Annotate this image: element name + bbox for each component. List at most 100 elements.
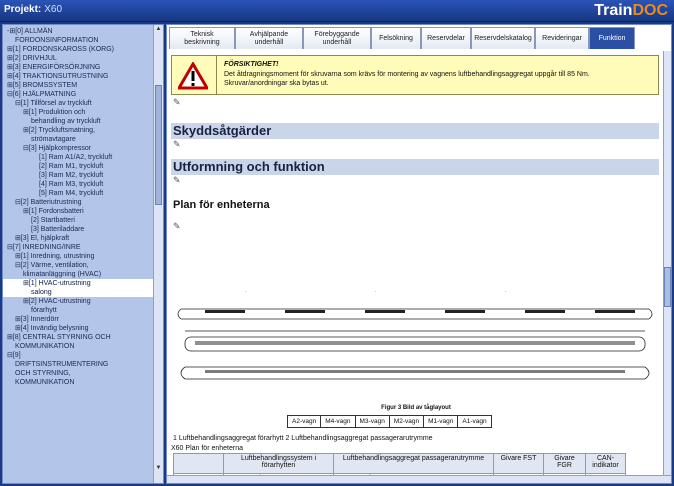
tree-node-label: ⊞[3] Innerdörr bbox=[15, 316, 59, 323]
tree-node[interactable]: strömavtagare bbox=[3, 135, 153, 144]
scroll-up-arrow-icon[interactable]: ▲ bbox=[155, 26, 162, 34]
tree-node[interactable]: [3] Ram M2, tryckluft bbox=[3, 171, 153, 180]
content-scrollbar[interactable] bbox=[663, 51, 671, 483]
tree-node[interactable]: ⊞[1] Inredning, utrustning bbox=[3, 252, 153, 261]
caution-box: FÖRSIKTIGHET! Det åtdragningsmoment för … bbox=[171, 55, 659, 95]
tree-node[interactable]: ⊟[2] Batteriutrustning bbox=[3, 198, 153, 207]
tree-node[interactable]: salong bbox=[3, 288, 153, 297]
tree-node[interactable]: KOMMUNIKATION bbox=[3, 378, 153, 387]
table-header-cell: Givare FST bbox=[493, 453, 544, 474]
train-layout-drawing: · · · bbox=[177, 289, 653, 380]
tree-node[interactable]: ⊞[2] Tryckluftsmatning, bbox=[3, 126, 153, 135]
navigation-tree: -⊞[0] ALLMÄN FORDONSINFORMATION ⊞[1] FORDO… bbox=[3, 25, 153, 483]
tree-node-label: ⊞[1] Produktion och bbox=[23, 109, 86, 116]
wagon-label: A1-vagn bbox=[457, 415, 492, 428]
tree-node[interactable]: ⊞[5] BROMSSYSTEM bbox=[3, 81, 153, 90]
tree-node-label: ⊟[7] INREDNING/INRE bbox=[7, 244, 81, 251]
tree-node[interactable]: ⊟[3] Hjälpkompressor bbox=[3, 144, 153, 153]
tree-node[interactable]: [4] Ram M3, tryckluft bbox=[3, 180, 153, 189]
tab-2[interactable]: Förebyggande underhåll bbox=[303, 27, 371, 49]
tree-node[interactable]: ⊞[8] CENTRAL STYRNING OCH bbox=[3, 333, 153, 342]
wagon-label: M3-vagn bbox=[354, 415, 390, 428]
svg-text:·: · bbox=[505, 289, 507, 295]
comment-pen-icon[interactable]: ✎ bbox=[173, 175, 181, 186]
tab-3[interactable]: Felsökning bbox=[371, 27, 421, 49]
tree-node[interactable]: [1] Ram A1/A2, tryckluft bbox=[3, 153, 153, 162]
tree-node[interactable]: ⊞[4] TRAKTIONSUTRUSTNING bbox=[3, 72, 153, 81]
tree-node-label: ⊞[3] ENERGIFÖRSÖRJNING bbox=[7, 64, 101, 71]
tree-node[interactable]: KOMMUNIKATION bbox=[3, 342, 153, 351]
tree-node-label: ⊞[1] Fordonsbatteri bbox=[23, 208, 84, 215]
tree-node[interactable]: OCH STYRNING, bbox=[3, 369, 153, 378]
tree-node[interactable]: [2] Ram M1, tryckluft bbox=[3, 162, 153, 171]
tree-node[interactable]: ⊞[2] HVAC-utrustning bbox=[3, 297, 153, 306]
tab-1[interactable]: Avhjälpande underhåll bbox=[235, 27, 303, 49]
tree-node[interactable]: klimatanläggning (HVAC) bbox=[3, 270, 153, 279]
tree-node[interactable]: ⊞[3] El, hjälpkraft bbox=[3, 234, 153, 243]
tree-node-label: salong bbox=[31, 289, 52, 296]
tree-node[interactable]: ⊞[1] HVAC-utrustning bbox=[3, 279, 153, 288]
tree-scrollbar[interactable]: ▲ ▼ bbox=[153, 25, 163, 483]
tree-node-label: förarhytt bbox=[31, 307, 57, 314]
tree-node-label: ⊞[1] FORDONSKAROSS (KORG) bbox=[7, 46, 114, 53]
tree-node-label: KOMMUNIKATION bbox=[15, 343, 75, 350]
tree-node-label: -⊞[0] ALLMÄN bbox=[7, 28, 53, 35]
svg-text:·: · bbox=[375, 289, 377, 295]
tree-node[interactable]: ⊞[3] ENERGIFÖRSÖRJNING bbox=[3, 63, 153, 72]
tree-node[interactable]: ⊞[2] DRIVHJUL bbox=[3, 54, 153, 63]
tab-5[interactable]: Reservdelskatalog bbox=[471, 27, 535, 49]
table-header-cell: Givare FGR bbox=[543, 453, 586, 474]
tree-node-label: ⊞[8] CENTRAL STYRNING OCH bbox=[7, 334, 111, 341]
wagon-label: A2-vagn bbox=[287, 415, 322, 428]
tree-node[interactable]: ⊞[1] Fordonsbatteri bbox=[3, 207, 153, 216]
tree-node[interactable]: ⊞[1] Produktion och bbox=[3, 108, 153, 117]
project-label-text: Projekt: bbox=[4, 4, 42, 15]
tree-node[interactable]: ⊟[1] Tillförsel av tryckluft bbox=[3, 99, 153, 108]
title-bar: Projekt: X60 TrainDOC bbox=[0, 0, 674, 22]
tab-6[interactable]: Revideringar bbox=[535, 27, 589, 49]
caution-divider bbox=[216, 56, 217, 94]
comment-pen-icon[interactable]: ✎ bbox=[173, 139, 181, 150]
tree-node-label: FORDONSINFORMATION bbox=[15, 37, 99, 44]
tree-node[interactable]: ⊟[6] HJÄLPMATNING bbox=[3, 90, 153, 99]
tab-7[interactable]: Funktion bbox=[589, 27, 635, 49]
project-value: X60 bbox=[44, 4, 63, 15]
tree-node[interactable]: förarhytt bbox=[3, 306, 153, 315]
tree-node-label: ⊟[9] bbox=[7, 352, 21, 359]
navigation-tree-panel: -⊞[0] ALLMÄN FORDONSINFORMATION ⊞[1] FORDO… bbox=[2, 24, 164, 484]
tree-node[interactable]: ⊟[9] bbox=[3, 351, 153, 360]
logo-part-b: DOC bbox=[632, 2, 668, 19]
tree-node[interactable]: [3] Batteriladdare bbox=[3, 225, 153, 234]
tree-node[interactable]: -⊞[0] ALLMÄN bbox=[3, 27, 153, 36]
tree-node[interactable]: ⊞[3] Innerdörr bbox=[3, 315, 153, 324]
tree-node[interactable]: [5] Ram M4, tryckluft bbox=[3, 189, 153, 198]
tree-node[interactable]: ⊟[2] Värme, ventilation, bbox=[3, 261, 153, 270]
content-scroll-thumb[interactable] bbox=[664, 267, 671, 307]
tree-node-label: ⊟[2] Värme, ventilation, bbox=[15, 262, 89, 269]
project-label: Projekt: X60 bbox=[4, 4, 62, 15]
tree-node-label: ⊞[3] El, hjälpkraft bbox=[15, 235, 70, 242]
tree-node[interactable]: DRIFTSINSTRUMENTERING bbox=[3, 360, 153, 369]
comment-pen-icon[interactable]: ✎ bbox=[173, 97, 181, 108]
scroll-down-arrow-icon[interactable]: ▼ bbox=[155, 465, 162, 473]
table-header-row: Luftbehandlingssystem i förarhytten Luftb… bbox=[173, 453, 626, 474]
tree-node-label: ⊞[2] Tryckluftsmatning, bbox=[23, 127, 95, 134]
tree-node[interactable]: behandling av tryckluft bbox=[3, 117, 153, 126]
tree-node-label: OCH STYRNING, bbox=[15, 370, 71, 377]
wagon-label: M2-vagn bbox=[388, 415, 425, 428]
comment-pen-icon[interactable]: ✎ bbox=[173, 221, 181, 232]
tree-node[interactable]: ⊟[7] INREDNING/INRE bbox=[3, 243, 153, 252]
content-hscrollbar[interactable] bbox=[167, 475, 671, 483]
wagon-legend: A2-vagn M4-vagn M3-vagn M2-vagn M1-vagn A1-va… bbox=[287, 415, 492, 428]
tree-node-label: ⊞[4] TRAKTIONSUTRUSTNING bbox=[7, 73, 109, 80]
tree-node[interactable]: [2] Startbatteri bbox=[3, 216, 153, 225]
tree-scroll-thumb[interactable] bbox=[155, 85, 162, 205]
tab-4[interactable]: Reservdelar bbox=[421, 27, 471, 49]
logo-part-a: Train bbox=[594, 2, 633, 19]
tab-0[interactable]: Teknisk beskrivning bbox=[169, 27, 235, 49]
tree-node[interactable]: ⊞[1] FORDONSKAROSS (KORG) bbox=[3, 45, 153, 54]
tree-node[interactable]: FORDONSINFORMATION bbox=[3, 36, 153, 45]
tree-node[interactable]: ⊞[4] Invändig belysning bbox=[3, 324, 153, 333]
figure-legend: 1 Luftbehandlingsaggregat förarhytt 2 Lu… bbox=[173, 435, 433, 442]
heading-design-function: Utformning och funktion bbox=[171, 159, 659, 175]
